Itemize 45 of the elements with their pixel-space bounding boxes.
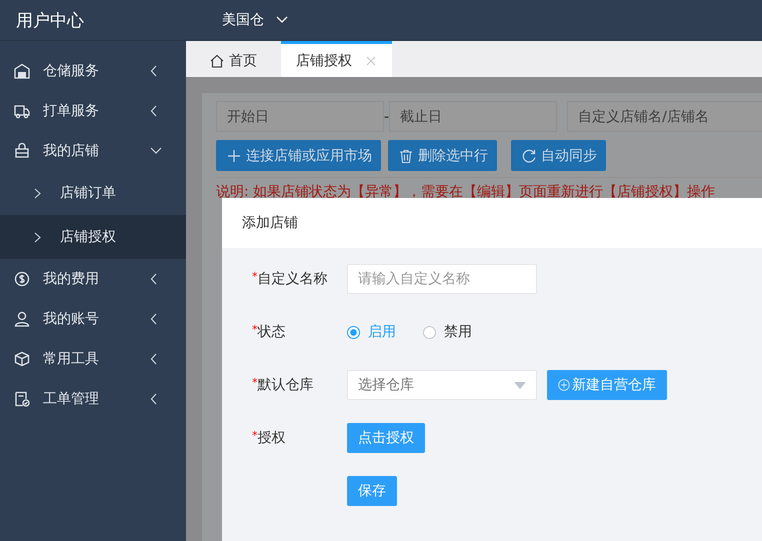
dollar-icon [14, 271, 30, 287]
chevron-right-icon [34, 188, 41, 198]
sidebar-item[interactable]: 我的账号 [0, 299, 186, 339]
sidebar-item[interactable]: 打单服务 [0, 91, 186, 131]
sidebar-item[interactable]: 工单管理 [0, 379, 186, 419]
warehouse-dropdown[interactable]: 美国仓 [186, 11, 288, 29]
toolbar-button[interactable]: 删除选中行 [388, 140, 497, 171]
dropdown-arrow-icon [514, 382, 526, 388]
tab[interactable]: 首页 [186, 41, 281, 77]
cube-icon [14, 351, 30, 367]
date-field[interactable]: 开始日 [216, 101, 384, 132]
toolbar-button[interactable]: 自动同步 [511, 140, 606, 171]
sidebar-subitem[interactable]: 店铺订单 [0, 171, 186, 215]
user-icon [14, 311, 30, 327]
sidebar-item[interactable]: 仓储服务 [0, 51, 186, 91]
warehouse-icon [14, 63, 30, 79]
tab[interactable]: 店铺授权 [281, 41, 392, 77]
dialog-title: 添加店铺 [222, 198, 762, 248]
radio-option[interactable]: 禁用 [423, 323, 472, 341]
field-label: *自定义名称 [252, 270, 328, 288]
sidebar-item[interactable]: 常用工具 [0, 339, 186, 379]
field-label: *授权 [252, 429, 286, 447]
search-field[interactable]: 自定义店铺名/店铺名 [567, 101, 762, 132]
field-label: *状态 [252, 323, 286, 341]
document-check-icon [14, 391, 30, 407]
sidebar-subitem[interactable]: 店铺授权 [0, 215, 186, 259]
trash-icon [399, 148, 413, 162]
name-field[interactable]: 请输入自定义名称 [347, 264, 537, 294]
plus-circle-icon [558, 379, 570, 391]
chevron-down-icon [276, 16, 288, 24]
sidebar-item[interactable]: 我的费用 [0, 259, 186, 299]
separator-text: - [384, 108, 390, 124]
chevron-right-icon [34, 232, 41, 242]
close-icon[interactable] [366, 56, 376, 66]
notice-text: 说明: 如果店铺状态为【异常】，需要在【编辑】页面重新进行【店铺授权】操作 [216, 183, 716, 201]
sidebar-item[interactable]: 我的店铺 [0, 131, 186, 171]
bag-icon [14, 143, 30, 159]
toolbar-button[interactable]: 连接店铺或应用市场 [216, 140, 381, 171]
refresh-icon [522, 148, 536, 162]
field-label: *默认仓库 [252, 376, 314, 394]
app-title: 用户中心 [15, 10, 85, 32]
date-field[interactable]: 截止日 [389, 101, 558, 132]
plus-icon [227, 148, 241, 162]
truck-icon [14, 103, 30, 119]
warehouse-select[interactable]: 选择仓库 [347, 370, 537, 400]
